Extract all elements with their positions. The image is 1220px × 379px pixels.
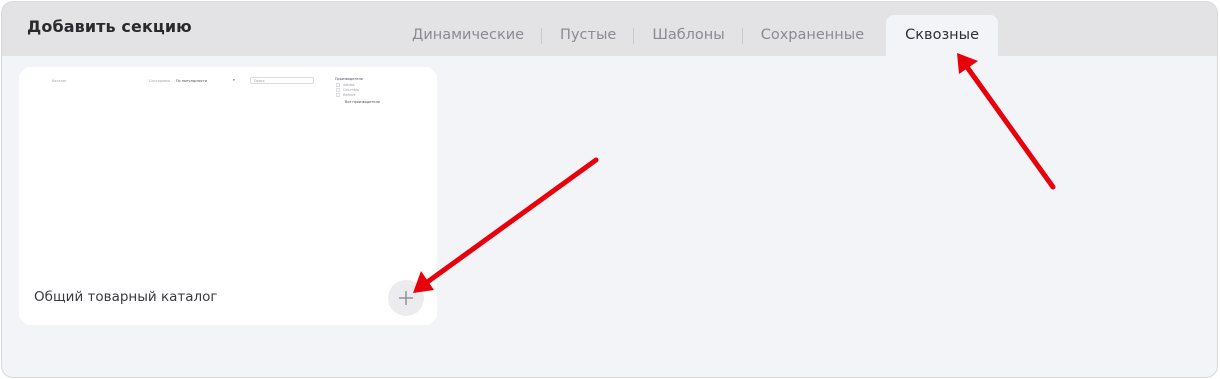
annotation-arrow-to-global-tab: [957, 53, 1056, 190]
annotation-arrow-to-add-button: [413, 157, 599, 293]
annotation-arrows: [413, 53, 1056, 293]
